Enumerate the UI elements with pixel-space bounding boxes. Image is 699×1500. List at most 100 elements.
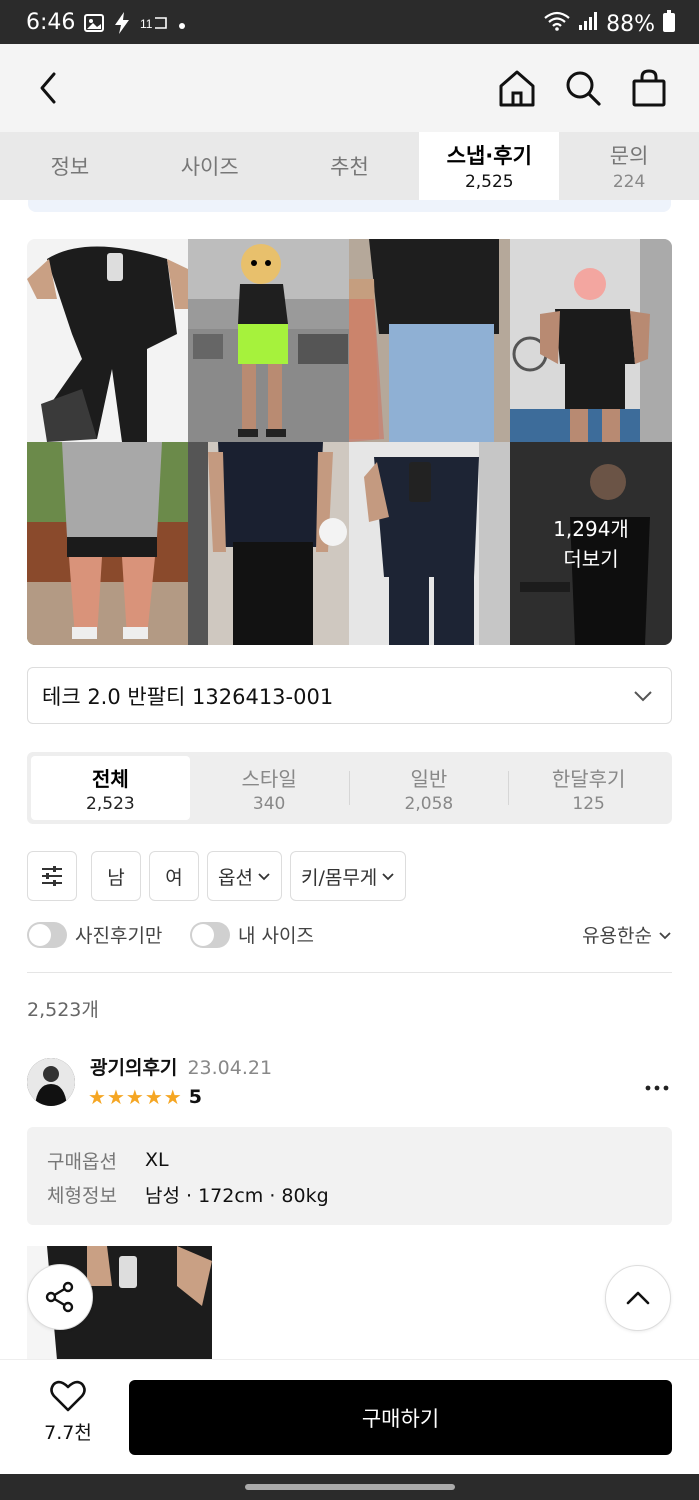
more-overlay: 1,294개 더보기 <box>510 442 672 645</box>
tab-count: 224 <box>612 172 646 192</box>
snap-photo[interactable] <box>27 239 188 442</box>
chip-label: 남 <box>107 866 125 889</box>
filter-height-weight-dropdown[interactable]: 키/몸무게 <box>289 851 407 901</box>
toggle-label: 내 사이즈 <box>238 925 314 947</box>
11st-icon: 11 <box>140 16 168 34</box>
review-total-count: 2,523개 <box>27 999 99 1021</box>
signal-icon <box>578 11 598 37</box>
svg-text:11: 11 <box>140 17 153 30</box>
tab-label: 스냅·후기 <box>446 144 532 168</box>
scroll-top-button[interactable] <box>605 1265 671 1331</box>
snap-photo[interactable] <box>510 239 672 442</box>
more-options-button[interactable] <box>645 1072 669 1097</box>
share-button[interactable] <box>27 1264 93 1330</box>
battery-text: 88% <box>606 11 655 37</box>
bolt-icon <box>114 12 130 38</box>
product-option-select[interactable]: 테크 2.0 반팔티 1326413-001 <box>27 667 672 724</box>
buy-button[interactable]: 구매하기 <box>129 1380 672 1455</box>
chevron-down-icon <box>382 873 394 881</box>
review-tab-count: 2,058 <box>404 793 454 814</box>
tab-label: 사이즈 <box>180 155 239 179</box>
top-header <box>0 44 699 132</box>
sort-dropdown[interactable]: 유용한순 <box>582 921 672 948</box>
snap-photo[interactable] <box>349 239 510 442</box>
home-button[interactable] <box>497 68 537 108</box>
system-nav-bar <box>0 1474 699 1500</box>
snap-photo[interactable] <box>27 442 188 645</box>
review-date: 23.04.21 <box>187 1057 273 1079</box>
info-row: 구매옵션 XL <box>47 1143 652 1177</box>
share-icon <box>45 1281 74 1313</box>
review-tab-count: 340 <box>252 793 286 814</box>
review-tab-count: 125 <box>572 793 605 814</box>
review-tab-label: 전체 <box>91 766 129 791</box>
filter-bar: 남 여 옵션 키/몸무게 <box>27 851 407 901</box>
more-label: 더보기 <box>563 546 619 571</box>
header-actions <box>497 68 669 108</box>
snap-photo-grid: 1,294개 더보기 <box>27 239 672 645</box>
back-button[interactable] <box>30 68 70 108</box>
tab-label: 정보 <box>50 155 90 179</box>
star-icon: ★ <box>88 1085 106 1109</box>
toggle-switch[interactable] <box>27 921 67 948</box>
filter-female-chip[interactable]: 여 <box>149 851 199 901</box>
search-icon <box>566 71 601 106</box>
tab-recommend[interactable]: 추천 <box>280 132 420 200</box>
sliders-icon <box>42 866 62 886</box>
review-tab-label: 일반 <box>410 766 448 791</box>
tab-snap-review[interactable]: 스냅·후기 2,525 <box>419 132 560 200</box>
star-icon: ★ <box>144 1085 163 1109</box>
home-icon <box>499 70 535 107</box>
snap-photo-more[interactable]: 1,294개 더보기 <box>510 442 672 645</box>
info-key: 체형정보 <box>47 1184 117 1207</box>
product-option-value: 테크 2.0 반팔티 1326413-001 <box>42 684 334 709</box>
home-indicator[interactable] <box>245 1484 455 1490</box>
review-tab-style[interactable]: 스타일 340 <box>190 756 349 820</box>
review-tab-all[interactable]: 전체 2,523 <box>31 756 190 820</box>
like-button[interactable]: 7.7천 <box>38 1380 98 1445</box>
review-toggles: 사진후기만 내 사이즈 유용한순 <box>27 921 672 953</box>
review-tab-label: 스타일 <box>241 766 297 791</box>
chevron-up-icon <box>626 1291 650 1305</box>
more-count: 1,294개 <box>553 516 629 541</box>
section-divider <box>27 972 672 973</box>
sort-label: 유용한순 <box>582 925 652 947</box>
filter-option-dropdown[interactable]: 옵션 <box>207 851 282 901</box>
review-tab-general[interactable]: 일반 2,058 <box>350 756 509 820</box>
toggle-switch[interactable] <box>190 921 230 948</box>
review-tab-label: 한달후기 <box>551 766 626 791</box>
star-icon: ★ <box>125 1085 144 1109</box>
product-tabs: 정보 사이즈 추천 스냅·후기 2,525 문의 224 <box>0 132 699 200</box>
info-row: 체형정보 남성 · 172cm · 80kg <box>47 1177 652 1211</box>
star-icon: ★ <box>163 1085 182 1109</box>
bottom-action-bar: 7.7천 구매하기 <box>0 1359 699 1474</box>
my-size-toggle[interactable]: 내 사이즈 <box>190 921 314 948</box>
tab-info[interactable]: 정보 <box>0 132 140 200</box>
info-key: 구매옵션 <box>47 1150 117 1173</box>
image-icon <box>84 14 104 36</box>
heart-icon <box>50 1380 86 1412</box>
tab-inquiry[interactable]: 문의 224 <box>559 132 699 200</box>
star-icon: ★ <box>106 1085 125 1109</box>
snap-photo[interactable] <box>188 239 349 442</box>
cart-button[interactable] <box>629 68 669 108</box>
filter-settings-button[interactable] <box>27 851 77 901</box>
photo-only-toggle[interactable]: 사진후기만 <box>27 921 162 948</box>
more-dots-icon <box>645 1085 669 1091</box>
filter-male-chip[interactable]: 남 <box>91 851 141 901</box>
battery-icon <box>663 10 675 38</box>
review-tab-month[interactable]: 한달후기 125 <box>509 756 668 820</box>
buy-label: 구매하기 <box>361 1406 440 1431</box>
avatar[interactable] <box>27 1058 75 1106</box>
tab-size[interactable]: 사이즈 <box>140 132 280 200</box>
reviewer-name[interactable]: 광기의후기 <box>90 1057 177 1079</box>
search-button[interactable] <box>563 68 603 108</box>
chevron-down-icon <box>258 873 270 881</box>
status-bar: 6:46 11 88% <box>0 0 699 44</box>
chip-label: 옵션 <box>218 866 253 889</box>
purchase-info-box: 구매옵션 XL 체형정보 남성 · 172cm · 80kg <box>27 1127 672 1225</box>
snap-photo[interactable] <box>349 442 510 645</box>
like-count: 7.7천 <box>44 1422 92 1444</box>
snap-photo[interactable] <box>188 442 349 645</box>
chevron-down-icon <box>659 931 671 939</box>
